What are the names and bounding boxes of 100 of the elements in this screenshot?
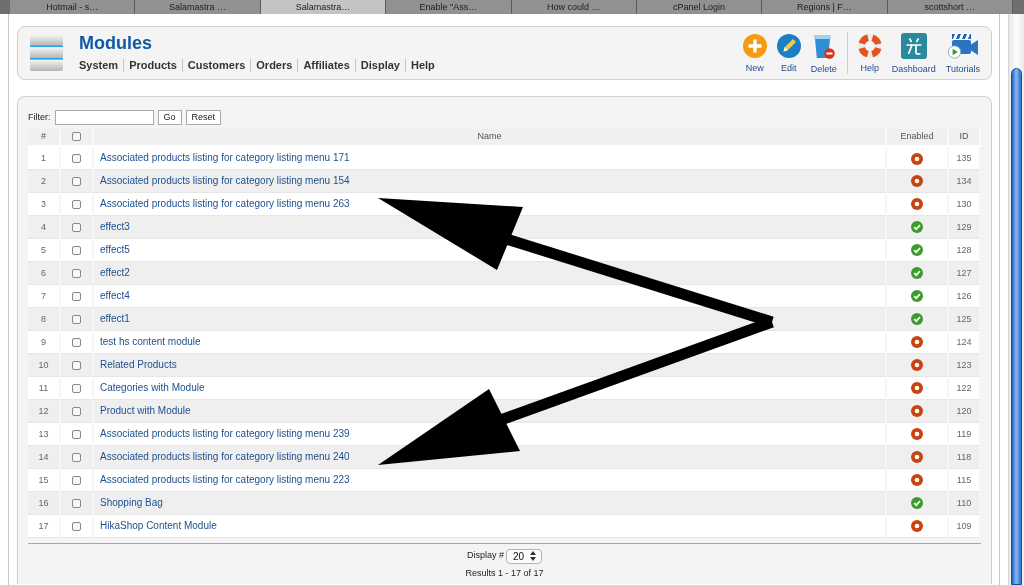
scrollbar-thumb[interactable] (1011, 68, 1022, 585)
ring-icon[interactable] (911, 382, 923, 395)
module-name-link[interactable]: HikaShop Content Module (94, 520, 217, 531)
row-number: 14 (38, 451, 49, 462)
delete-button[interactable]: Delete (805, 32, 842, 74)
browser-tab[interactable]: Regions | F… (762, 0, 888, 14)
browser-tab[interactable]: Salamastra… (260, 0, 387, 14)
menu-link[interactable]: Help (411, 58, 435, 72)
menu-link[interactable]: Products (129, 58, 177, 72)
menu-link[interactable]: Customers (187, 58, 246, 72)
help-button[interactable]: Help (852, 33, 887, 73)
ring-icon[interactable] (911, 520, 923, 533)
stack-icon (30, 35, 63, 71)
module-name-link[interactable]: Related Products (94, 359, 177, 370)
menu-link[interactable]: Affiliates (303, 58, 350, 72)
row-checkbox[interactable] (72, 429, 81, 439)
browser-tab[interactable]: Enable "Ass… (386, 0, 512, 14)
row-checkbox[interactable] (72, 383, 81, 393)
module-name-link[interactable]: effect2 (94, 267, 130, 278)
browser-tab[interactable]: Salamastra … (135, 0, 261, 14)
row-number: 16 (38, 497, 49, 508)
tutorials-button[interactable]: Tutorials (940, 32, 985, 74)
row-checkbox[interactable] (72, 475, 81, 485)
row-number: 15 (38, 474, 49, 485)
row-checkbox[interactable] (72, 176, 81, 186)
check-circle-icon[interactable] (911, 244, 923, 257)
results-text: Results 1 - 17 of 17 (465, 566, 544, 580)
ring-icon[interactable] (911, 428, 923, 441)
row-number: 6 (41, 267, 46, 278)
menu-link[interactable]: Orders (256, 58, 293, 72)
column-header: # (41, 131, 46, 142)
trash-icon (812, 32, 835, 59)
go-button[interactable]: Go (157, 110, 182, 125)
row-checkbox[interactable] (72, 154, 81, 164)
row-checkbox[interactable] (72, 199, 81, 209)
ring-icon[interactable] (911, 451, 923, 464)
display-label: Display # (466, 549, 504, 563)
row-checkbox[interactable] (72, 245, 81, 255)
row-checkbox[interactable] (72, 521, 81, 531)
page-title: Modules (79, 32, 153, 53)
module-name-link[interactable]: Associated products listing for category listing menu 240 (94, 451, 350, 462)
module-name-link[interactable]: effect5 (94, 244, 130, 255)
ring-icon[interactable] (911, 198, 923, 211)
module-name-link[interactable]: Associated products listing for category listing menu 223 (94, 474, 350, 485)
module-name-link[interactable]: Associated products listing for category listing menu 171 (94, 152, 350, 164)
new-button[interactable]: New (737, 33, 772, 73)
module-name-link[interactable]: Associated products listing for category listing menu 239 (94, 428, 350, 439)
menu-link[interactable]: Display (360, 58, 400, 72)
module-name-link[interactable]: effect1 (94, 313, 130, 324)
module-name-link[interactable]: effect4 (94, 290, 130, 301)
check-circle-icon[interactable] (911, 221, 923, 234)
browser-tab[interactable]: cPanel Login (636, 0, 763, 14)
row-number: 2 (41, 175, 46, 186)
module-name-link[interactable]: Associated products listing for category listing menu 263 (94, 198, 350, 209)
module-id: 109 (956, 520, 972, 531)
menu-link[interactable]: System (79, 58, 119, 72)
check-circle-icon[interactable] (911, 267, 923, 280)
module-name-link[interactable]: effect3 (94, 221, 130, 232)
module-id: 128 (956, 244, 972, 255)
row-checkbox[interactable] (72, 452, 81, 462)
row-number: 17 (38, 520, 49, 531)
life-ring-icon (857, 33, 882, 58)
ring-icon[interactable] (911, 405, 923, 418)
browser-tab[interactable]: scottshort … (887, 0, 1013, 14)
reset-button[interactable]: Reset (185, 110, 222, 125)
browser-tab[interactable]: How could … (511, 0, 637, 14)
plus-icon (742, 33, 767, 58)
row-number: 7 (41, 290, 46, 301)
dashboard-button[interactable]: Dashboard (886, 32, 941, 74)
module-id: 126 (956, 290, 972, 301)
row-checkbox[interactable] (72, 360, 81, 370)
row-checkbox[interactable] (72, 291, 81, 301)
check-circle-icon[interactable] (911, 290, 923, 303)
row-checkbox[interactable] (72, 406, 81, 416)
module-name-link[interactable]: Product with Module (94, 405, 191, 416)
edit-button[interactable]: Edit (771, 33, 806, 73)
module-id: 135 (956, 153, 972, 163)
display-count-select[interactable]: 20 (505, 548, 543, 564)
ring-icon[interactable] (911, 474, 923, 487)
check-circle-icon[interactable] (911, 497, 923, 510)
row-checkbox[interactable] (72, 314, 81, 324)
module-id: 129 (956, 221, 972, 232)
ring-icon[interactable] (911, 336, 923, 349)
row-checkbox[interactable] (72, 498, 81, 508)
module-name-link[interactable]: Categories with Module (94, 382, 205, 393)
check-circle-icon[interactable] (911, 313, 923, 326)
module-id: 123 (956, 359, 972, 370)
module-name-link[interactable]: Shopping Bag (94, 497, 163, 508)
ring-icon[interactable] (911, 152, 923, 165)
row-checkbox[interactable] (72, 222, 81, 232)
ring-icon[interactable] (911, 359, 923, 372)
row-number: 8 (41, 313, 46, 324)
filter-field[interactable] (54, 110, 154, 125)
select-all-checkbox[interactable] (72, 132, 81, 142)
module-name-link[interactable]: test hs content module (94, 336, 201, 347)
module-name-link[interactable]: Associated products listing for category listing menu 154 (94, 175, 350, 186)
row-checkbox[interactable] (72, 268, 81, 278)
browser-tab[interactable]: Hotmail - s… (10, 0, 136, 14)
row-checkbox[interactable] (72, 337, 81, 347)
ring-icon[interactable] (911, 175, 923, 188)
